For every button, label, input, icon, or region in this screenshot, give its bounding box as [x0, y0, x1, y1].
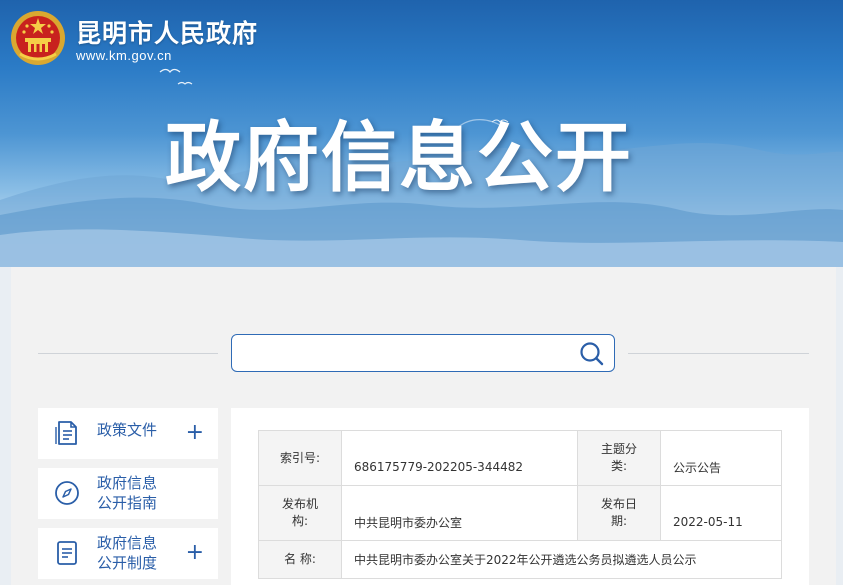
clipboard-icon: [57, 541, 77, 565]
sidebar-item-label-line2: 公开制度: [97, 554, 158, 572]
header-banner: 昆明市人民政府 www.km.gov.cn 政府信息公开: [0, 0, 843, 267]
table-row: 索引号: 686175779-202205-344482 主题分 类: 公示公告: [258, 430, 782, 486]
table-row: 发布机 构: 中共昆明市委办公室 发布日 期: 2022-05-11: [258, 485, 782, 541]
sidebar-item-policy-documents[interactable]: 政策文件 +: [38, 408, 218, 459]
search-icon[interactable]: [578, 340, 606, 368]
sidebar-item-label-line2: 公开指南: [97, 494, 158, 512]
divider-left: [38, 353, 218, 354]
sidebar-item-label: 政策文件: [97, 421, 158, 439]
sidebar-item-disclosure-guide[interactable]: 政府信息 公开指南: [38, 468, 218, 519]
site-url[interactable]: www.km.gov.cn: [76, 48, 172, 63]
sidebar-item-disclosure-system[interactable]: 政府信息 公开制度 +: [38, 528, 218, 579]
category-label: 主题分 类:: [577, 430, 661, 486]
title-value: 中共昆明市委办公室关于2022年公开遴选公务员拟遴选人员公示: [341, 540, 782, 579]
divider-right: [628, 353, 809, 354]
site-name[interactable]: 昆明市人民政府: [76, 14, 258, 50]
expand-plus-icon[interactable]: +: [186, 422, 204, 444]
index-number-label: 索引号:: [258, 430, 342, 486]
sidebar-item-label-line1: 政府信息: [97, 534, 158, 552]
document-icon: [55, 421, 77, 445]
category-value: 公示公告: [660, 430, 782, 486]
publish-date-value: 2022-05-11: [660, 485, 782, 541]
index-number-value: 686175779-202205-344482: [341, 430, 578, 486]
page-title: 政府信息公开: [165, 113, 633, 202]
document-info-card: 索引号: 686175779-202205-344482 主题分 类: 公示公告…: [231, 408, 809, 585]
expand-plus-icon[interactable]: +: [186, 542, 204, 564]
document-meta-table: 索引号: 686175779-202205-344482 主题分 类: 公示公告…: [258, 430, 782, 579]
national-emblem-icon: [11, 11, 65, 65]
issuer-value: 中共昆明市委办公室: [341, 485, 578, 541]
search-box: [231, 334, 615, 372]
search-input[interactable]: [242, 341, 572, 365]
table-row: 名 称: 中共昆明市委办公室关于2022年公开遴选公务员拟遴选人员公示: [258, 540, 782, 579]
issuer-label: 发布机 构:: [258, 485, 342, 541]
compass-icon: [55, 481, 79, 505]
title-label: 名 称:: [258, 540, 342, 579]
publish-date-label: 发布日 期:: [577, 485, 661, 541]
sidebar-item-label-line1: 政府信息: [97, 474, 158, 492]
